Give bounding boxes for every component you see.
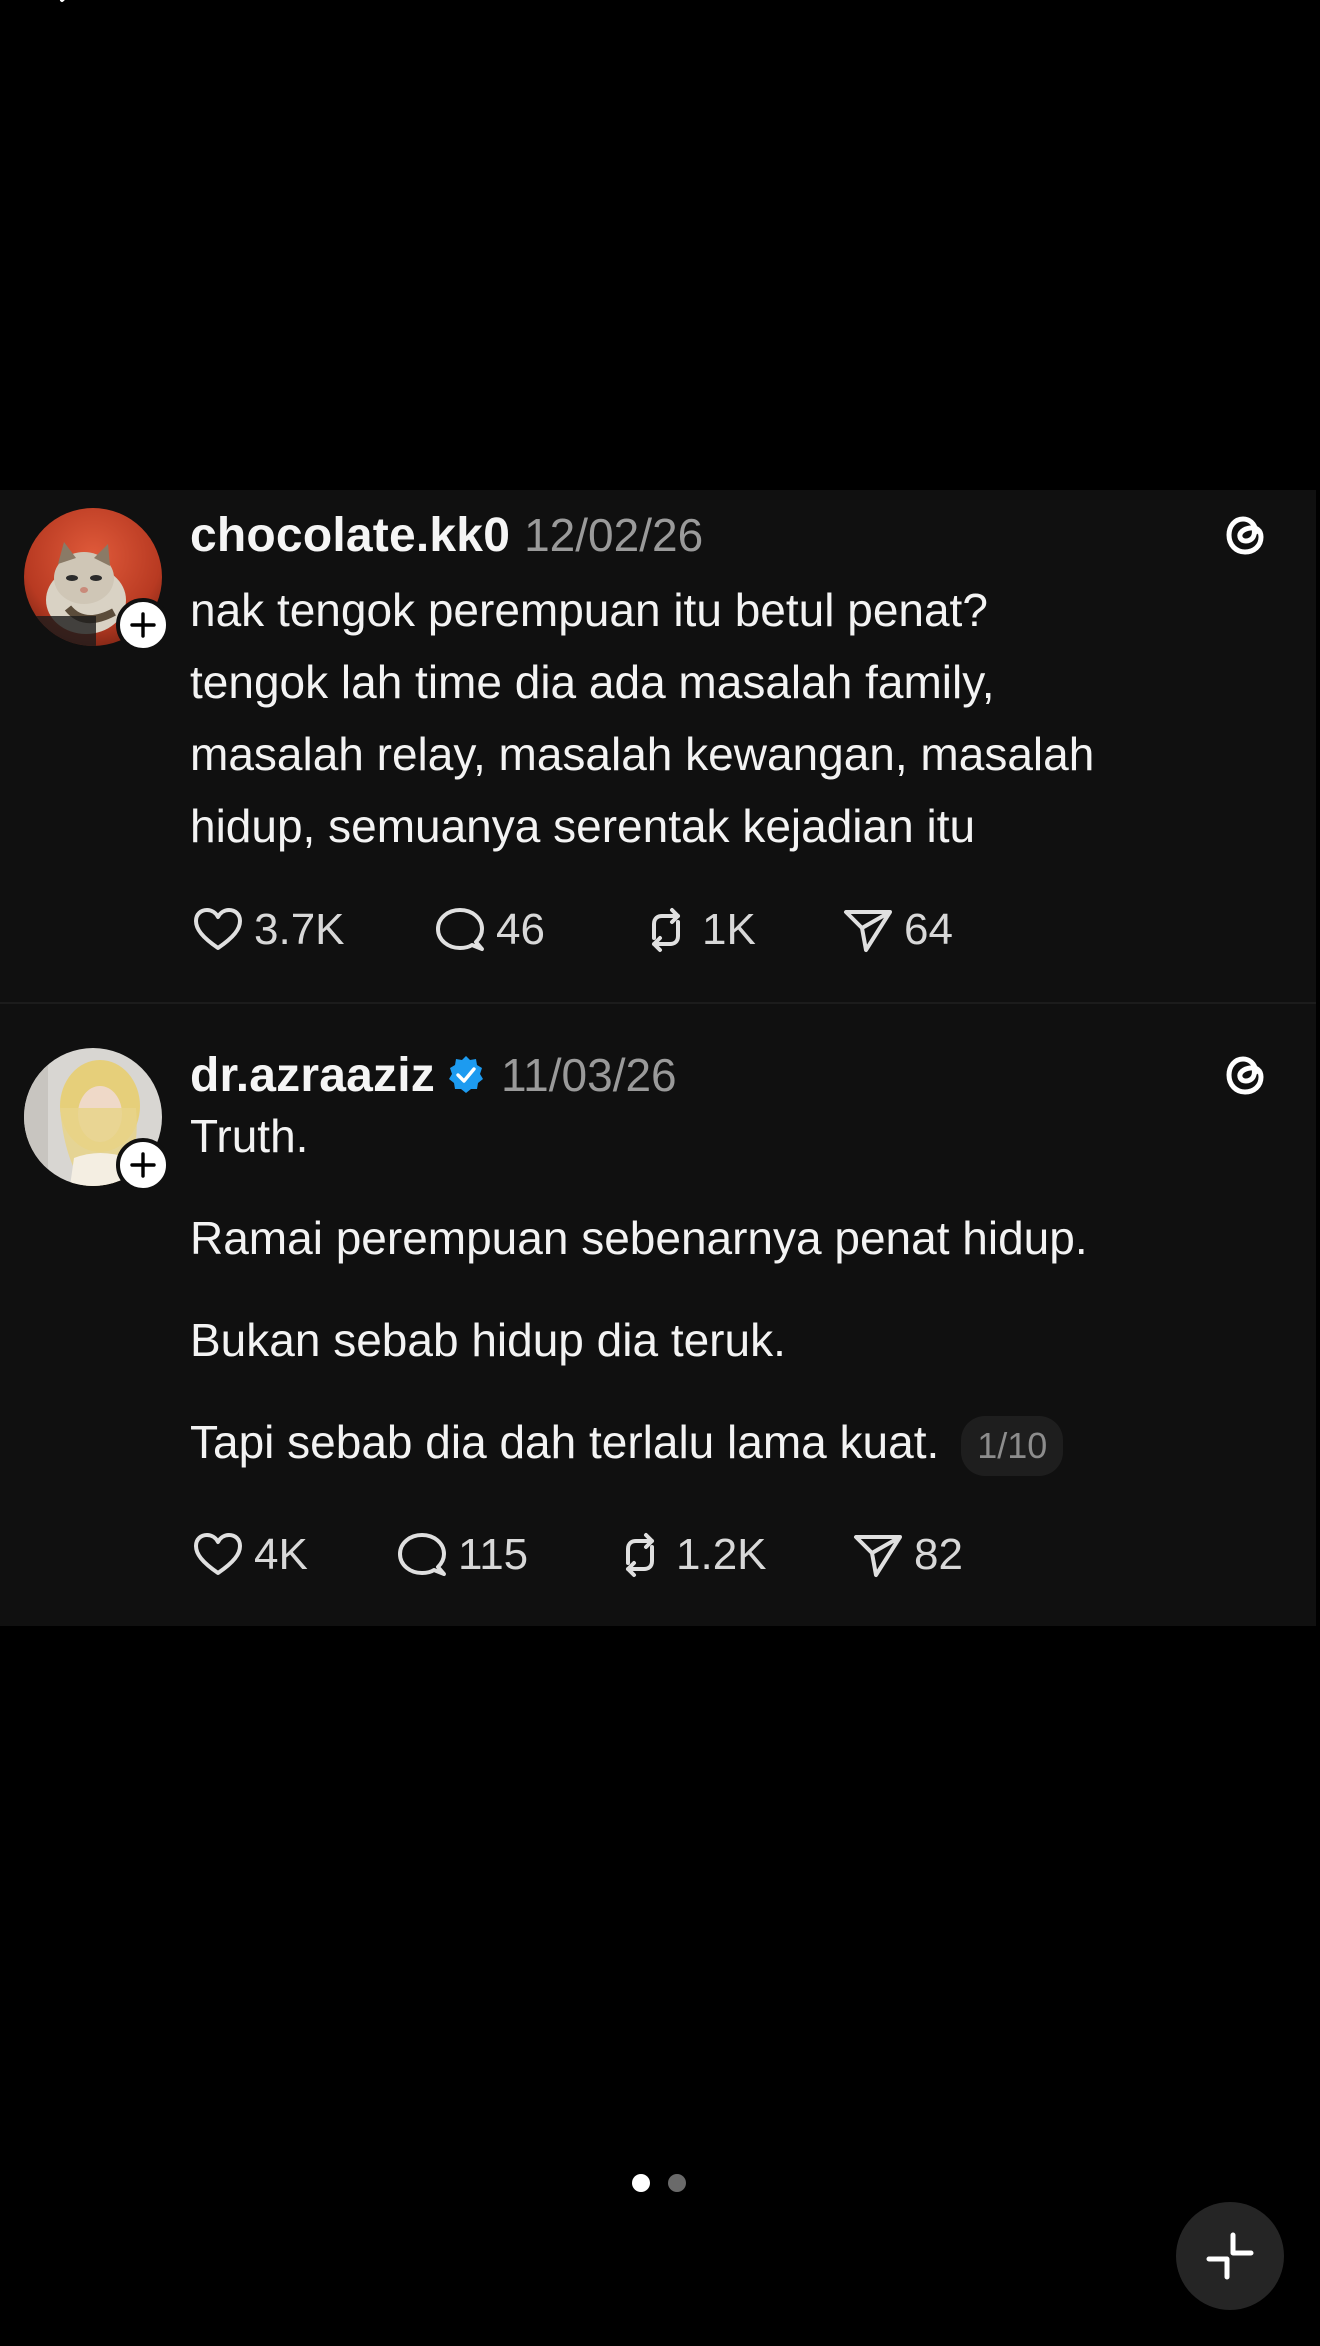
carousel-indicator bbox=[632, 2174, 688, 2194]
reply-count: 46 bbox=[496, 905, 545, 954]
share-count: 64 bbox=[904, 905, 953, 954]
repost-count: 1.2K bbox=[676, 1530, 767, 1579]
follow-button[interactable] bbox=[116, 598, 170, 652]
heart-icon bbox=[194, 908, 242, 950]
comment-icon bbox=[436, 908, 484, 951]
post: dr.azraaziz 11/03/26 Truth. Ramai peremp… bbox=[0, 1014, 1316, 1626]
reply-button[interactable]: 115 bbox=[394, 1525, 528, 1585]
repost-button[interactable]: 1K bbox=[638, 900, 756, 960]
username[interactable]: dr.azraaziz bbox=[190, 1048, 435, 1103]
post-body: nak tengok perempuan itu betul penat? te… bbox=[190, 574, 1270, 862]
share-button[interactable]: 82 bbox=[850, 1525, 963, 1585]
post-text-line: hidup, semuanya serentak kejadian itu bbox=[190, 800, 976, 852]
repost-button[interactable]: 1.2K bbox=[612, 1525, 767, 1585]
screenshot-card: chocolate.kk0 12/02/26 nak tengok peremp… bbox=[0, 490, 1316, 1626]
post-text-line: nak tengok perempuan itu betul penat? bbox=[190, 584, 988, 636]
post-text-line: masalah relay, masalah kewangan, masalah bbox=[190, 728, 1095, 780]
share-button[interactable]: 64 bbox=[840, 900, 953, 960]
thread-page-indicator[interactable]: 1/10 bbox=[961, 1415, 1064, 1476]
like-button[interactable]: 4K bbox=[190, 1525, 308, 1585]
verified-badge-icon bbox=[445, 1054, 487, 1096]
like-count: 3.7K bbox=[254, 905, 345, 954]
post-text-line: tengok lah time dia ada masalah family, bbox=[190, 656, 995, 708]
post-text-line: Truth. bbox=[190, 1110, 309, 1162]
chevron-left-icon bbox=[60, 0, 65, 2]
threads-logo-icon bbox=[1218, 506, 1272, 562]
carousel-dot[interactable] bbox=[668, 2174, 686, 2192]
post-header: chocolate.kk0 12/02/26 bbox=[190, 504, 703, 566]
minimize-button[interactable] bbox=[1176, 2202, 1284, 2310]
back-button[interactable] bbox=[48, 0, 88, 20]
send-icon bbox=[844, 910, 892, 952]
share-count: 82 bbox=[914, 1530, 963, 1579]
post-text-row: Tapi sebab dia dah terlalu lama kuat. 1/1… bbox=[190, 1412, 1064, 1476]
like-count: 4K bbox=[254, 1530, 308, 1579]
minimize-icon bbox=[1206, 2232, 1254, 2280]
send-icon bbox=[854, 1535, 902, 1577]
repost-icon bbox=[626, 1533, 654, 1577]
reply-count: 115 bbox=[458, 1530, 529, 1579]
post: chocolate.kk0 12/02/26 nak tengok peremp… bbox=[0, 490, 1316, 1002]
post-text-line: Tapi sebab dia dah terlalu lama kuat. bbox=[190, 1416, 940, 1468]
username[interactable]: chocolate.kk0 bbox=[190, 508, 510, 563]
follow-button[interactable] bbox=[116, 1138, 170, 1192]
repost-icon bbox=[652, 908, 680, 952]
repost-count: 1K bbox=[702, 905, 756, 954]
post-text-line: Bukan sebab hidup dia teruk. bbox=[190, 1314, 786, 1366]
reply-button[interactable]: 46 bbox=[432, 900, 545, 960]
plus-icon bbox=[130, 612, 156, 638]
post-divider bbox=[0, 1002, 1316, 1004]
post-date: 11/03/26 bbox=[501, 1049, 677, 1101]
comment-icon bbox=[398, 1533, 446, 1576]
like-button[interactable]: 3.7K bbox=[190, 900, 345, 960]
post-date: 12/02/26 bbox=[524, 509, 704, 561]
threads-logo-icon bbox=[1218, 1046, 1272, 1102]
plus-icon bbox=[130, 1152, 156, 1178]
post-header: dr.azraaziz 11/03/26 bbox=[190, 1044, 677, 1106]
heart-icon bbox=[194, 1533, 242, 1575]
post-text-line: Ramai perempuan sebenarnya penat hidup. bbox=[190, 1212, 1088, 1264]
carousel-dot-active[interactable] bbox=[632, 2174, 650, 2192]
